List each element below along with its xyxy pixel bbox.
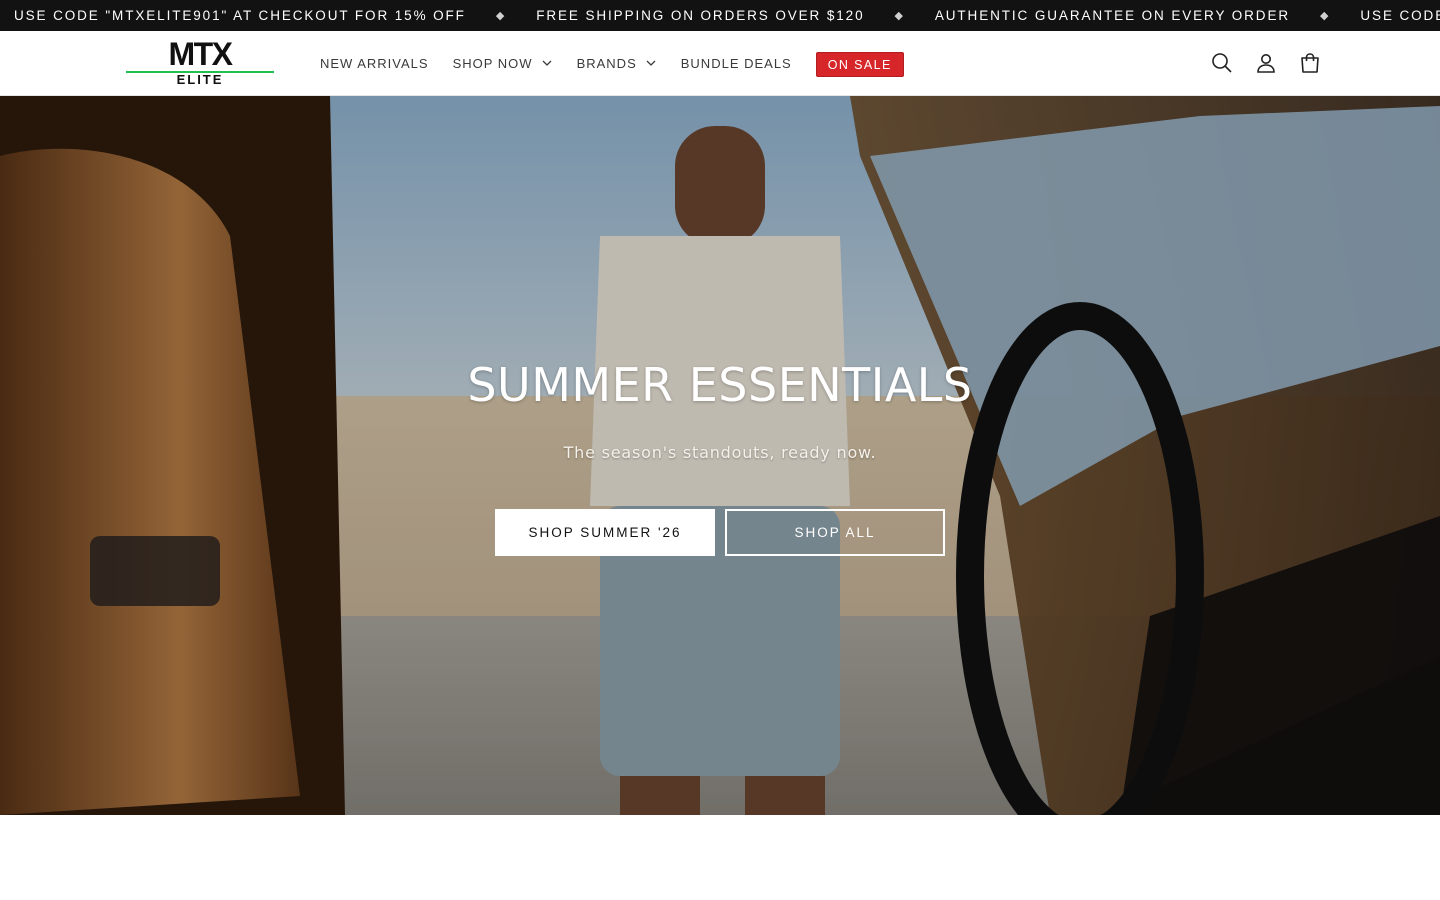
- announcement-bar: USE CODE "MTXELITE901" AT CHECKOUT FOR 1…: [0, 0, 1440, 31]
- search-icon[interactable]: [1210, 51, 1234, 75]
- shop-summer-button[interactable]: SHOP SUMMER '26: [495, 509, 715, 556]
- nav-item-bundle-deals[interactable]: BUNDLE DEALS: [681, 56, 792, 71]
- diamond-separator-icon: ◆: [1320, 10, 1331, 22]
- announcement-message: USE CODE "MTXELITE901" AT CHECKOUT FOR 1…: [14, 8, 466, 23]
- logo-main-text: MTX: [168, 36, 233, 72]
- account-icon[interactable]: [1254, 51, 1278, 75]
- hero-subtitle: The season's standouts, ready now.: [563, 443, 877, 462]
- hero-title: SUMMER ESSENTIALS: [467, 358, 973, 412]
- nav-item-new-arrivals[interactable]: NEW ARRIVALS: [320, 56, 429, 71]
- nav-item-shop-now[interactable]: SHOP NOW: [453, 56, 553, 71]
- nav-item-label: NEW ARRIVALS: [320, 55, 429, 71]
- chevron-down-icon: [646, 60, 656, 66]
- diamond-separator-icon: ◆: [894, 10, 905, 22]
- nav-item-label: BUNDLE DEALS: [680, 55, 792, 71]
- cart-icon[interactable]: [1298, 51, 1322, 75]
- nav-item-label: BRANDS: [576, 55, 637, 71]
- announcement-message: USE CODE "MTXELITE901" AT CHECKOUT FOR 1…: [1360, 8, 1440, 23]
- main-nav: NEW ARRIVALS SHOP NOW BRANDS BUNDLE DEAL…: [320, 31, 904, 95]
- header-icons: [1190, 31, 1322, 95]
- announcement-track: USE CODE "MTXELITE901" AT CHECKOUT FOR 1…: [14, 0, 1440, 31]
- nav-item-label: SHOP NOW: [452, 55, 533, 71]
- hero-banner: SUMMER ESSENTIALS The season's standouts…: [0, 96, 1440, 815]
- hero-buttons: SHOP SUMMER '26 SHOP ALL: [495, 509, 945, 556]
- diamond-separator-icon: ◆: [495, 10, 507, 22]
- logo-sub-text: ELITE: [176, 72, 224, 87]
- chevron-down-icon: [542, 60, 552, 66]
- site-logo[interactable]: MTX ELITE: [126, 36, 274, 87]
- on-sale-badge[interactable]: ON SALE: [815, 51, 904, 77]
- announcement-message: FREE SHIPPING ON ORDERS OVER $120: [536, 8, 865, 23]
- nav-item-brands[interactable]: BRANDS: [577, 56, 657, 71]
- shop-all-button[interactable]: SHOP ALL: [725, 509, 945, 556]
- site-header: MTX ELITE NEW ARRIVALS SHOP NOW BRANDS B…: [0, 31, 1440, 96]
- announcement-message: AUTHENTIC GUARANTEE ON EVERY ORDER: [934, 8, 1291, 23]
